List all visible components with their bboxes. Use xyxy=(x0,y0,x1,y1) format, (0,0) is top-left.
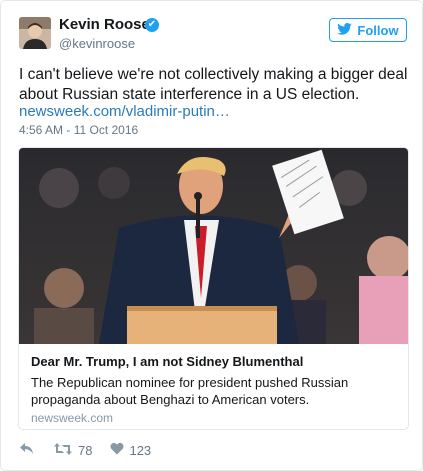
retweet-icon xyxy=(53,442,73,459)
avatar[interactable] xyxy=(19,17,51,49)
heart-icon xyxy=(110,442,124,458)
tweet-link[interactable]: newsweek.com/vladimir-putin… xyxy=(19,103,230,120)
card-title[interactable]: Dear Mr. Trump, I am not Sidney Blumenth… xyxy=(31,354,303,369)
follow-button[interactable]: Follow xyxy=(329,18,407,42)
verified-badge-icon: ✔ xyxy=(145,18,159,32)
tweet-timestamp[interactable]: 4:56 AM - 11 Oct 2016 xyxy=(19,123,138,137)
like-button[interactable]: 123 xyxy=(110,442,151,458)
retweet-button[interactable]: 78 xyxy=(53,442,92,459)
twitter-bird-icon xyxy=(337,22,353,38)
link-card[interactable]: Dear Mr. Trump, I am not Sidney Blumenth… xyxy=(18,147,409,430)
tweet-container: Kevin Roose ✔ @kevinroose Follow I can't… xyxy=(0,0,423,471)
tweet-actions: 78 123 xyxy=(19,441,169,459)
user-name[interactable]: Kevin Roose xyxy=(59,16,150,33)
card-image[interactable] xyxy=(19,148,408,344)
reply-icon xyxy=(19,442,35,459)
user-handle[interactable]: @kevinroose xyxy=(59,36,135,51)
card-description: The Republican nominee for president pus… xyxy=(31,375,349,407)
like-count: 123 xyxy=(129,442,152,458)
card-domain: newsweek.com xyxy=(31,411,114,425)
retweet-count: 78 xyxy=(78,442,93,458)
tweet-text: I can't believe we're not collectively m… xyxy=(19,66,408,103)
follow-label: Follow xyxy=(357,22,399,38)
reply-button[interactable] xyxy=(19,442,35,459)
